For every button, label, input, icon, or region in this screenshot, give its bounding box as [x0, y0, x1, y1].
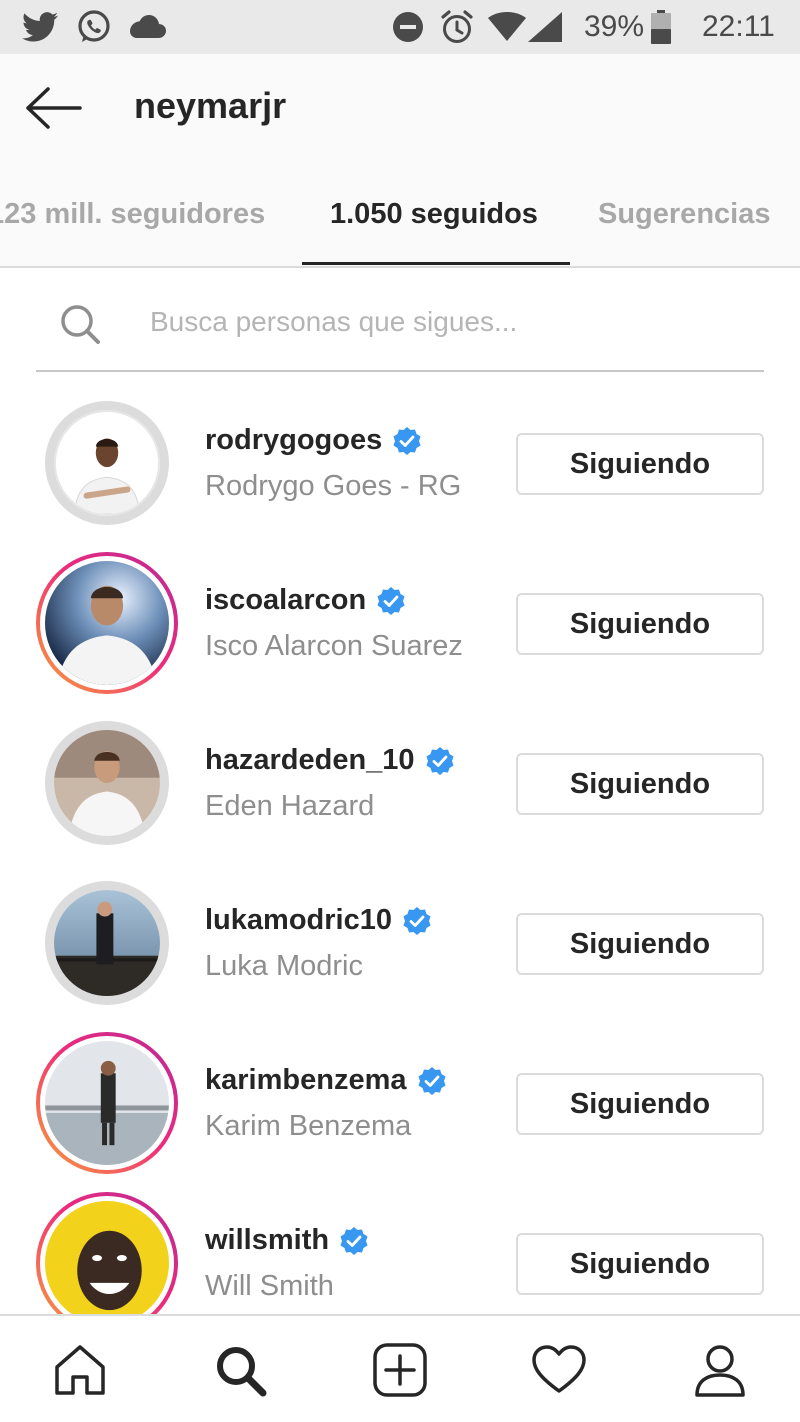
verified-badge-icon	[403, 906, 431, 935]
signal-icon	[528, 12, 562, 42]
wifi-icon	[488, 12, 526, 41]
full-name: Luka Modric	[205, 950, 363, 982]
following-button[interactable]: Siguiendo	[516, 433, 764, 495]
list-item[interactable]: iscoalarcon Isco Alarcon Suarez Siguiend…	[0, 542, 800, 702]
bottom-navigation	[0, 1314, 800, 1422]
battery-icon	[651, 10, 671, 44]
username[interactable]: rodrygogoes	[205, 424, 382, 457]
username[interactable]: hazardeden_10	[205, 744, 415, 777]
list-item[interactable]: willsmith Will Smith Siguiendo	[0, 1182, 800, 1314]
following-list: rodrygogoes Rodrygo Goes - RG Siguiendo	[0, 372, 800, 1314]
alarm-icon	[441, 10, 473, 43]
verified-badge-icon	[377, 586, 405, 615]
following-button[interactable]: Siguiendo	[516, 753, 764, 815]
full-name: Isco Alarcon Suarez	[205, 630, 463, 662]
search-icon[interactable]	[212, 1342, 268, 1398]
full-name: Karim Benzema	[205, 1110, 412, 1142]
username[interactable]: iscoalarcon	[205, 584, 366, 617]
avatar[interactable]	[45, 401, 169, 525]
avatar[interactable]	[36, 552, 178, 694]
tab-bar: 123 mill. seguidores 1.050 seguidos Suge…	[0, 184, 800, 266]
do-not-disturb-icon	[393, 12, 423, 42]
arrow-left-icon[interactable]	[22, 84, 84, 132]
following-button[interactable]: Siguiendo	[516, 1233, 764, 1295]
username[interactable]: willsmith	[205, 1224, 329, 1257]
username[interactable]: lukamodric10	[205, 904, 392, 937]
tab-following[interactable]: 1.050 seguidos	[330, 198, 538, 231]
status-bar: 39% 22:11	[0, 0, 800, 54]
whatsapp-icon	[78, 10, 110, 42]
clock: 22:11	[702, 10, 775, 43]
verified-badge-icon	[393, 426, 421, 455]
twitter-icon	[22, 12, 58, 42]
tab-followers[interactable]: 123 mill. seguidores	[0, 198, 265, 231]
avatar[interactable]	[45, 881, 169, 1005]
activity-heart-icon[interactable]	[531, 1342, 587, 1398]
list-item[interactable]: rodrygogoes Rodrygo Goes - RG Siguiendo	[0, 382, 800, 542]
tab-suggestions[interactable]: Sugerencias	[598, 198, 770, 231]
list-item[interactable]: karimbenzema Karim Benzema Siguiendo	[0, 1022, 800, 1182]
following-button[interactable]: Siguiendo	[516, 593, 764, 655]
avatar[interactable]	[36, 1032, 178, 1174]
search-input[interactable]	[150, 298, 730, 346]
add-post-icon[interactable]	[372, 1342, 428, 1398]
following-button[interactable]: Siguiendo	[516, 913, 764, 975]
following-button[interactable]: Siguiendo	[516, 1073, 764, 1135]
verified-badge-icon	[418, 1066, 445, 1095]
divider	[0, 266, 800, 268]
profile-icon[interactable]	[692, 1342, 748, 1398]
verified-badge-icon	[426, 746, 454, 775]
app-header: neymarjr 123 mill. seguidores 1.050 segu…	[0, 54, 800, 266]
username[interactable]: karimbenzema	[205, 1064, 407, 1097]
verified-badge-icon	[340, 1226, 368, 1255]
avatar[interactable]	[36, 1192, 178, 1314]
search-bar	[36, 290, 764, 372]
active-tab-indicator	[302, 262, 570, 265]
full-name: Eden Hazard	[205, 790, 375, 822]
avatar[interactable]	[45, 721, 169, 845]
page-title: neymarjr	[134, 85, 287, 126]
full-name: Rodrygo Goes - RG	[205, 470, 462, 502]
list-item[interactable]: lukamodric10 Luka Modric Siguiendo	[0, 862, 800, 1022]
cloud-icon	[130, 15, 166, 38]
search-icon	[61, 305, 100, 344]
full-name: Will Smith	[205, 1270, 334, 1302]
home-icon[interactable]	[52, 1342, 108, 1398]
battery-percent: 39%	[584, 10, 645, 43]
list-item[interactable]: hazardeden_10 Eden Hazard Siguiendo	[0, 702, 800, 862]
